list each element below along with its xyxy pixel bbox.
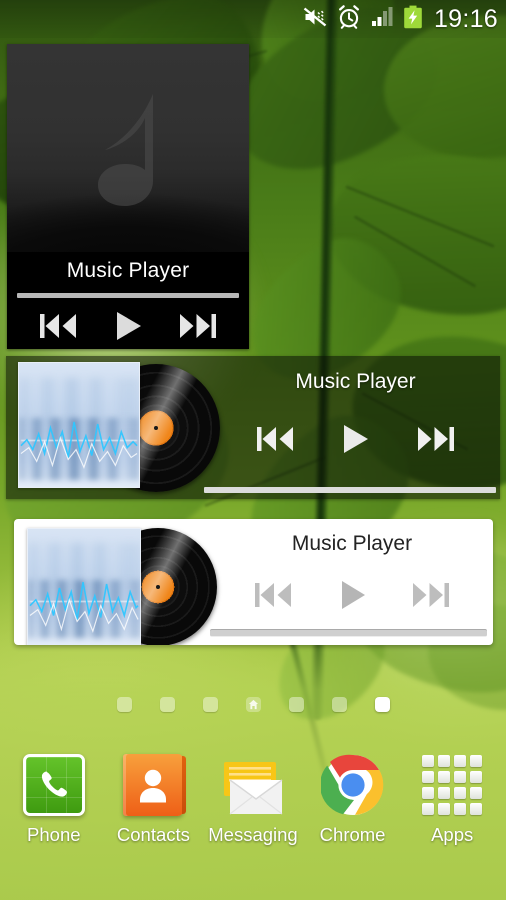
dock-item-apps[interactable]: Apps bbox=[404, 752, 500, 845]
play-button[interactable] bbox=[111, 309, 145, 343]
dock-label-apps: Apps bbox=[431, 824, 474, 845]
dock-item-chrome[interactable]: Chrome bbox=[305, 752, 401, 845]
page-indicator bbox=[0, 693, 506, 715]
dock-label-chrome: Chrome bbox=[319, 824, 386, 845]
next-button[interactable] bbox=[176, 311, 220, 341]
phone-icon bbox=[21, 752, 87, 818]
music-player-widget-translucent[interactable]: Music Player bbox=[6, 356, 500, 499]
widget-translucent-title: Music Player bbox=[295, 370, 416, 393]
mute-vibrate-icon bbox=[303, 5, 328, 34]
apps-grid-icon bbox=[419, 752, 485, 818]
widget-dark-title: Music Player bbox=[66, 259, 190, 282]
battery-charging-icon bbox=[403, 5, 423, 34]
chrome-icon bbox=[319, 752, 386, 818]
music-player-widget-dark[interactable]: Music Player bbox=[7, 44, 249, 349]
contacts-icon bbox=[120, 752, 187, 818]
dock-label-messaging: Messaging bbox=[208, 824, 298, 845]
previous-button[interactable] bbox=[251, 580, 295, 615]
dock-label-phone: Phone bbox=[27, 824, 81, 845]
widget-translucent-controls bbox=[211, 414, 500, 469]
widget-light-title: Music Player bbox=[291, 532, 413, 555]
previous-button[interactable] bbox=[253, 423, 297, 460]
status-bar[interactable]: 19:16 bbox=[0, 0, 506, 38]
album-cover-art bbox=[18, 362, 140, 488]
page-dot-home[interactable] bbox=[245, 696, 261, 712]
messaging-icon bbox=[220, 752, 286, 818]
next-button[interactable] bbox=[414, 423, 458, 460]
signal-bars-icon bbox=[370, 6, 394, 33]
music-player-widget-light[interactable]: Music Player bbox=[14, 519, 493, 645]
page-dot-1[interactable] bbox=[116, 696, 132, 712]
status-clock: 19:16 bbox=[433, 4, 498, 33]
previous-button[interactable] bbox=[36, 311, 80, 341]
album-art[interactable] bbox=[6, 356, 220, 499]
page-dot-3[interactable] bbox=[202, 696, 218, 712]
play-button[interactable] bbox=[335, 578, 369, 617]
play-button[interactable] bbox=[337, 421, 373, 462]
home-icon bbox=[248, 699, 258, 709]
next-button[interactable] bbox=[409, 580, 453, 615]
album-cover-art bbox=[27, 528, 141, 645]
page-dot-5[interactable] bbox=[288, 696, 304, 712]
alarm-clock-icon bbox=[337, 4, 361, 34]
widget-light-controls bbox=[211, 571, 493, 623]
dock-item-phone[interactable]: Phone bbox=[6, 752, 102, 845]
dock: Phone Contacts Messaging Chrome Apps bbox=[0, 752, 506, 882]
dock-item-messaging[interactable]: Messaging bbox=[205, 752, 301, 845]
music-note-icon bbox=[53, 88, 203, 243]
widget-light-progress-bar[interactable] bbox=[210, 629, 487, 637]
widget-translucent-progress-bar[interactable] bbox=[204, 487, 496, 493]
dock-item-contacts[interactable]: Contacts bbox=[105, 752, 201, 845]
page-dot-7-active[interactable] bbox=[374, 696, 390, 712]
widget-dark-progress-bar[interactable] bbox=[17, 293, 239, 298]
widget-dark-controls bbox=[7, 302, 249, 349]
widget-dark-artwork-placeholder bbox=[7, 44, 249, 252]
page-dot-6[interactable] bbox=[331, 696, 347, 712]
dock-label-contacts: Contacts bbox=[116, 824, 190, 845]
page-dot-2[interactable] bbox=[159, 696, 175, 712]
album-art[interactable] bbox=[21, 524, 217, 645]
